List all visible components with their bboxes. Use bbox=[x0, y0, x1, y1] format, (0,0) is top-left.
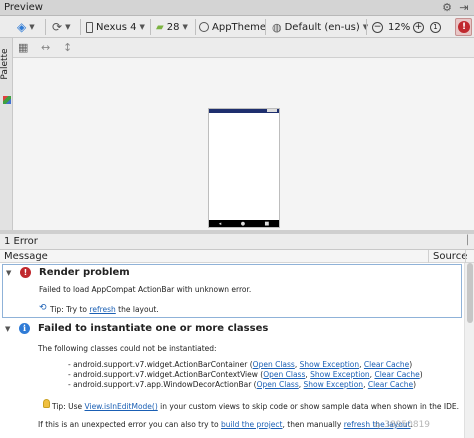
class-row: - android.support.v7.widget.ActionBarCon… bbox=[68, 360, 413, 369]
theme-selector[interactable]: AppTheme bbox=[199, 18, 266, 36]
layers-icon: ◈ bbox=[17, 20, 27, 34]
phone-icon bbox=[86, 21, 93, 33]
chevron-down-icon: ▼ bbox=[182, 23, 188, 31]
device-preview[interactable]: ◂ ● ■ bbox=[208, 108, 280, 228]
render-problem-message: Failed to load AppCompat ActionBar with … bbox=[39, 285, 252, 294]
column-message[interactable]: Message bbox=[4, 251, 48, 262]
instantiate-message: The following classes could not be insta… bbox=[38, 344, 217, 353]
tip-prefix: Tip: Try to bbox=[50, 305, 90, 314]
show-exception-link[interactable]: Show Exception bbox=[310, 370, 370, 379]
preview-titlebar: Preview ⚙ ⇥ bbox=[0, 0, 474, 16]
orientation-button[interactable]: ⟳ ▼ bbox=[52, 18, 70, 36]
errors-panel-title: 1 Error bbox=[4, 236, 38, 247]
zoom-fit-icon: 1 bbox=[430, 21, 441, 33]
unexpected-error-hint: If this is an unexpected error you can a… bbox=[38, 420, 413, 429]
zoom-out-icon: − bbox=[372, 21, 383, 33]
class-name: - android.support.v7.app.WindowDecorActi… bbox=[68, 380, 252, 389]
render-problem-entry[interactable]: ▼ ! Render problem Failed to load AppCom… bbox=[2, 264, 462, 318]
device-navigation-bar: ◂ ● ■ bbox=[209, 220, 279, 227]
open-class-link[interactable]: Open Class bbox=[253, 360, 295, 369]
window-title: Preview bbox=[4, 2, 43, 13]
hint-prefix: If this is an unexpected error you can a… bbox=[38, 420, 221, 429]
layout-grid-icon[interactable]: ▦ bbox=[18, 41, 28, 54]
zoom-in-button[interactable]: + bbox=[413, 18, 424, 36]
rotate-icon: ⟳ bbox=[52, 20, 63, 34]
clear-cache-link[interactable]: Clear Cache bbox=[364, 360, 409, 369]
clear-cache-link[interactable]: Clear Cache bbox=[368, 380, 413, 389]
horizontal-resize-icon[interactable]: ↔ bbox=[41, 41, 50, 54]
globe-icon: ◍ bbox=[272, 20, 282, 34]
render-problem-title: Render problem bbox=[39, 267, 130, 278]
back-icon: ◂ bbox=[218, 220, 222, 227]
clear-cache-link[interactable]: Clear Cache bbox=[374, 370, 419, 379]
show-errors-button[interactable]: ! bbox=[455, 18, 472, 36]
locale-selector[interactable]: ◍ Default (en-us) ▼ bbox=[272, 18, 368, 36]
zoom-out-button[interactable]: − bbox=[372, 18, 383, 36]
errors-panel-header: 1 Error ▕ bbox=[0, 234, 474, 250]
zoom-level: 12% bbox=[388, 21, 411, 33]
device-status-bar bbox=[209, 109, 279, 113]
column-source-label: Source bbox=[433, 251, 468, 262]
hint-middle: , then manually bbox=[282, 420, 344, 429]
collapse-arrow-icon[interactable]: ▼ bbox=[5, 325, 10, 333]
chevron-down-icon: ▼ bbox=[29, 23, 35, 31]
build-project-link[interactable]: build the project bbox=[221, 420, 283, 429]
device-selector[interactable]: Nexus 4 ▼ bbox=[86, 18, 145, 36]
home-icon: ● bbox=[240, 220, 246, 227]
class-name: - android.support.v7.widget.ActionBarCon… bbox=[68, 360, 248, 369]
class-row: - android.support.v7.widget.ActionBarCon… bbox=[68, 370, 423, 379]
design-surface-button[interactable]: ◈ ▼ bbox=[17, 18, 35, 36]
tip-suffix: the layout. bbox=[115, 305, 159, 314]
hide-panel-icon[interactable]: ⇥ bbox=[457, 1, 471, 15]
design-canvas[interactable]: ◂ ● ■ bbox=[13, 58, 474, 230]
theme-label: AppTheme bbox=[212, 21, 267, 33]
tip-prefix: Tip: Use bbox=[52, 402, 85, 411]
vertical-resize-icon[interactable]: ↕ bbox=[63, 41, 72, 54]
open-class-link[interactable]: Open Class bbox=[263, 370, 305, 379]
android-icon: ▰ bbox=[156, 21, 164, 33]
refresh-tip-icon: ⟲ bbox=[39, 303, 47, 313]
palette-label: Palette bbox=[0, 48, 10, 80]
render-problem-tip: Tip: Try to refresh the layout. bbox=[50, 305, 159, 314]
open-class-link[interactable]: Open Class bbox=[257, 380, 299, 389]
info-icon: i bbox=[19, 323, 30, 334]
canvas-subtoolbar: ▦ ↔ ↕ bbox=[13, 38, 474, 58]
show-exception-link[interactable]: Show Exception bbox=[304, 380, 364, 389]
watermark: q_38950819 bbox=[374, 420, 431, 430]
chevron-down-icon: ▼ bbox=[65, 23, 71, 31]
refresh-link[interactable]: refresh bbox=[89, 305, 115, 314]
lightbulb-icon bbox=[43, 399, 50, 408]
gear-icon[interactable]: ⚙ bbox=[440, 1, 454, 15]
scrollbar-thumb[interactable] bbox=[467, 263, 473, 323]
error-icon: ! bbox=[20, 267, 31, 278]
column-source[interactable]: Source bbox=[428, 250, 467, 263]
zoom-to-fit-button[interactable]: 1 bbox=[430, 18, 441, 36]
minimize-icon[interactable]: ▕ bbox=[461, 236, 468, 246]
theme-icon bbox=[199, 22, 209, 32]
recents-icon: ■ bbox=[264, 220, 270, 227]
error-icon: ! bbox=[458, 21, 470, 33]
instantiate-title: Failed to instantiate one or more classe… bbox=[38, 323, 269, 334]
tip-suffix: in your custom views to skip code or sho… bbox=[157, 402, 460, 411]
class-row: - android.support.v7.app.WindowDecorActi… bbox=[68, 380, 417, 389]
errors-column-header: Message Source bbox=[0, 250, 474, 263]
class-name: - android.support.v7.widget.ActionBarCon… bbox=[68, 370, 258, 379]
zoom-in-icon: + bbox=[413, 21, 424, 33]
is-in-edit-mode-link[interactable]: View.isInEditMode() bbox=[85, 402, 158, 411]
device-label: Nexus 4 bbox=[96, 21, 137, 33]
api-level-label: 28 bbox=[166, 21, 180, 33]
locale-label: Default (en-us) bbox=[284, 21, 360, 33]
edit-mode-tip: Tip: Use View.isInEditMode() in your cus… bbox=[52, 402, 459, 411]
palette-tab[interactable]: Palette bbox=[0, 38, 13, 230]
api-level-selector[interactable]: ▰ 28 ▼ bbox=[156, 18, 188, 36]
collapse-arrow-icon[interactable]: ▼ bbox=[6, 269, 11, 277]
show-exception-link[interactable]: Show Exception bbox=[300, 360, 360, 369]
palette-icon bbox=[3, 96, 11, 104]
chevron-down-icon: ▼ bbox=[139, 23, 145, 31]
messages-scrollbar[interactable] bbox=[464, 263, 474, 438]
error-messages-list: ▼ ! Render problem Failed to load AppCom… bbox=[0, 263, 474, 438]
preview-toolbar: ◈ ▼ ⟳ ▼ Nexus 4 ▼ ▰ 28 ▼ AppTheme ◍ Defa… bbox=[0, 16, 474, 38]
